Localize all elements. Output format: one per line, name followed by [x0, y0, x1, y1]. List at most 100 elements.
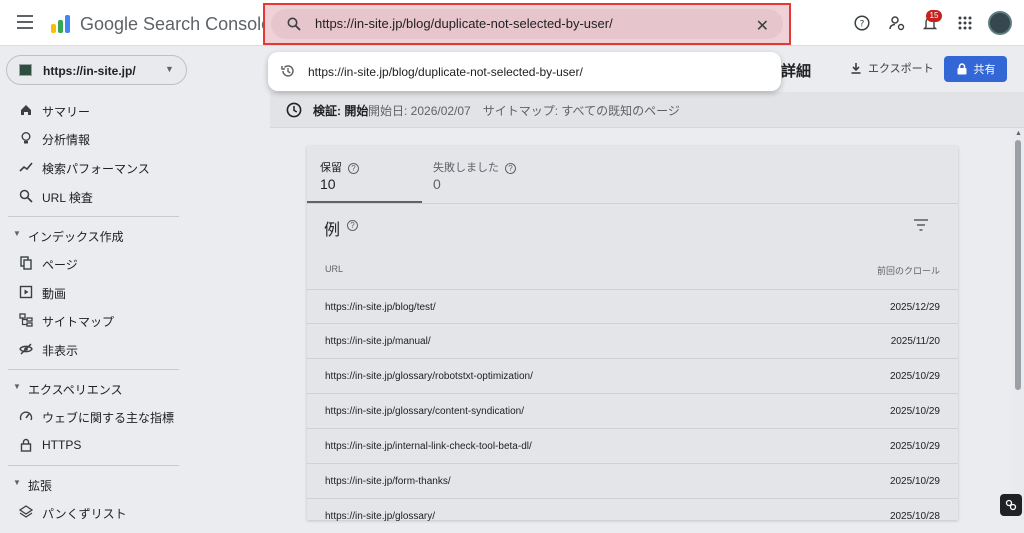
divider: [307, 203, 958, 204]
sidebar-item-removals[interactable]: 非表示: [0, 335, 190, 363]
speed-icon: [18, 408, 34, 424]
row-url: https://in-site.jp/internal-link-check-t…: [325, 441, 532, 452]
sidebar-item-label: HTTPS: [42, 438, 82, 452]
tab-failed[interactable]: 失敗しました? 0: [420, 146, 550, 203]
sidebar-item-label: パンくずリスト: [42, 507, 127, 521]
validation-meta: 開始日: 2026/02/07 サイトマップ: すべての既知のページ: [368, 104, 680, 118]
row-date: 2025/10/29: [889, 371, 940, 382]
examples-title: 例: [324, 222, 341, 239]
tab-pending[interactable]: 保留? 10: [307, 146, 422, 203]
row-date: 2025/12/29: [889, 302, 940, 313]
filter-icon[interactable]: [913, 218, 929, 232]
visibility-off-icon: [18, 341, 34, 357]
download-icon: [851, 63, 861, 74]
lock-icon: [18, 437, 34, 453]
section-label: 拡張: [28, 479, 53, 493]
row-url: https://in-site.jp/glossary/content-synd…: [325, 406, 524, 417]
tab-count: 0: [433, 176, 441, 192]
help-icon[interactable]: ?: [505, 162, 516, 174]
collapse-arrow-icon: ▼: [13, 382, 21, 391]
share-label: 共有: [973, 64, 996, 76]
suggestion-text[interactable]: https://in-site.jp/blog/duplicate-not-se…: [308, 65, 583, 79]
clock-icon: [286, 102, 302, 118]
top-bar: Google Search Console https://in-site.jp…: [0, 0, 1024, 46]
scrollbar[interactable]: ▲: [1012, 128, 1024, 520]
page-title: 詳細: [781, 63, 812, 80]
search-highlight: https://in-site.jp/blog/duplicate-not-se…: [263, 3, 791, 45]
sidebar: https://in-site.jp/ ▼ サマリー 分析情報 検索パフォーマン…: [0, 46, 190, 521]
examples-card: 保留? 10 失敗しました? 0 例 ? URL 前回のクロール https:/…: [307, 146, 958, 522]
search-input[interactable]: https://in-site.jp/blog/duplicate-not-se…: [315, 16, 613, 31]
property-label: https://in-site.jp/: [43, 64, 136, 78]
divider: [8, 369, 179, 370]
lock-icon: [957, 63, 966, 75]
sitemap-icon: [18, 312, 34, 328]
divider: [8, 216, 179, 217]
validation-status-bar: 検証: 開始 開始日: 2026/02/07 サイトマップ: すべての既知のペー…: [270, 92, 1024, 128]
table-row[interactable]: https://in-site.jp/internal-link-check-t…: [307, 428, 958, 463]
apps-grid-icon[interactable]: [955, 13, 975, 33]
pages-icon: [18, 255, 34, 271]
avatar[interactable]: [988, 11, 1012, 35]
table-row[interactable]: https://in-site.jp/blog/test/2025/12/29: [307, 289, 958, 324]
sidebar-item-breadcrumbs[interactable]: パンくずリスト: [0, 498, 190, 526]
table-row[interactable]: https://in-site.jp/form-thanks/2025/10/2…: [307, 463, 958, 498]
section-experience[interactable]: ▼ エクスペリエンス: [0, 375, 190, 401]
row-url: https://in-site.jp/glossary/robotstxt-op…: [325, 371, 533, 382]
help-icon[interactable]: ?: [347, 220, 358, 231]
sidebar-item-pages[interactable]: ページ: [0, 249, 190, 277]
sidebar-item-sitemaps[interactable]: サイトマップ: [0, 306, 190, 334]
row-date: 2025/10/29: [889, 441, 940, 452]
url-inspect-search-bar[interactable]: https://in-site.jp/blog/duplicate-not-se…: [271, 9, 783, 39]
sidebar-item-summary[interactable]: サマリー: [0, 96, 190, 124]
column-header-url[interactable]: URL: [325, 264, 343, 274]
share-button[interactable]: 共有: [944, 56, 1007, 82]
property-selector[interactable]: https://in-site.jp/ ▼: [6, 55, 187, 85]
row-url: https://in-site.jp/form-thanks/: [325, 476, 451, 487]
sidebar-item-video[interactable]: 動画: [0, 278, 190, 306]
scroll-up-arrow-icon[interactable]: ▲: [1015, 130, 1022, 137]
sidebar-item-https[interactable]: HTTPS: [0, 431, 190, 459]
section-indexing[interactable]: ▼ インデックス作成: [0, 222, 190, 248]
video-icon: [18, 284, 34, 300]
row-date: 2025/11/20: [890, 336, 940, 347]
divider: [8, 465, 179, 466]
column-header-last-crawl[interactable]: 前回のクロール: [877, 264, 940, 277]
help-icon[interactable]: ?: [348, 162, 359, 174]
section-label: インデックス作成: [28, 230, 124, 244]
row-url: https://in-site.jp/blog/test/: [325, 302, 436, 313]
home-icon: [18, 102, 34, 118]
sidebar-item-core-web-vitals[interactable]: ウェブに関する主な指標: [0, 402, 190, 430]
row-date: 2025/10/28: [889, 511, 940, 522]
sidebar-item-label: 非表示: [42, 344, 79, 358]
dropdown-arrow-icon: ▼: [165, 64, 174, 74]
search-icon: [287, 17, 301, 31]
sidebar-item-insights[interactable]: 分析情報: [0, 124, 190, 152]
sidebar-item-label: ページ: [42, 258, 78, 272]
sidebar-item-label: サイトマップ: [42, 315, 115, 329]
active-tab-indicator: [307, 201, 422, 203]
search-console-logo[interactable]: [50, 12, 72, 34]
manage-users-icon[interactable]: [887, 13, 907, 33]
table-row[interactable]: https://in-site.jp/glossary/2025/10/28: [307, 498, 958, 533]
table-row[interactable]: https://in-site.jp/glossary/content-synd…: [307, 393, 958, 428]
export-button[interactable]: エクスポート: [850, 60, 934, 76]
collapse-arrow-icon: ▼: [13, 229, 21, 238]
row-date: 2025/10/29: [889, 406, 940, 417]
export-label: エクスポート: [868, 63, 934, 75]
sidebar-item-label: ウェブに関する主な指標: [42, 411, 175, 425]
sidebar-item-url-inspection[interactable]: URL 検査: [0, 182, 190, 210]
table-row[interactable]: https://in-site.jp/manual/2025/11/20: [307, 323, 958, 358]
close-icon[interactable]: ✕: [756, 16, 769, 36]
sidebar-item-label: 分析情報: [42, 133, 91, 147]
history-icon: [281, 65, 294, 77]
menu-icon[interactable]: [17, 15, 33, 29]
sidebar-item-performance[interactable]: 検索パフォーマンス: [0, 153, 190, 181]
sidebar-item-label: サマリー: [42, 105, 91, 119]
help-icon[interactable]: ?: [852, 13, 872, 33]
floating-widget-icon[interactable]: [1000, 494, 1022, 516]
table-row[interactable]: https://in-site.jp/glossary/robotstxt-op…: [307, 358, 958, 393]
section-enhancements[interactable]: ▼ 拡張: [0, 471, 190, 497]
scrollbar-thumb[interactable]: [1015, 140, 1021, 390]
search-suggestion-dropdown[interactable]: https://in-site.jp/blog/duplicate-not-se…: [268, 52, 781, 91]
